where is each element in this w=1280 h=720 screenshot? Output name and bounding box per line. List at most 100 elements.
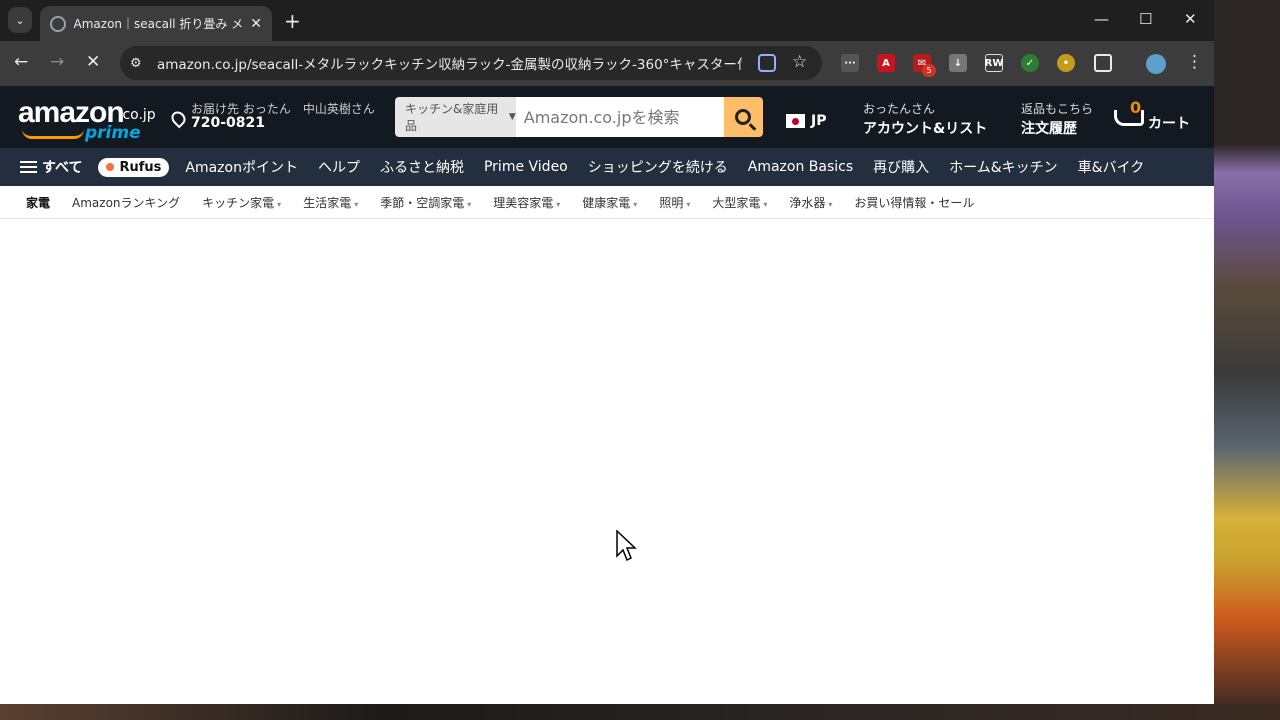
browser-menu-icon[interactable]: ⋮	[1186, 52, 1203, 72]
caret-down-icon: ▾	[633, 199, 638, 209]
account-greeting: おったんさん	[863, 102, 936, 116]
nav-item-home-kitchen[interactable]: ホーム&キッチン	[939, 157, 1068, 177]
cart-button[interactable]: 0 カート	[1112, 96, 1202, 140]
subnav-label: キッチン家電	[202, 195, 275, 210]
cart-label: カート	[1148, 116, 1190, 132]
background-desk	[0, 704, 1280, 720]
caret-down-icon: ▾	[763, 199, 768, 209]
tab-strip: ⌄ Amazon｜seacall 折り畳み メタル ✕ + — ☐ ✕	[0, 0, 1214, 41]
acrobat-extension-icon[interactable]: A	[877, 54, 895, 72]
account-label: アカウント&リスト	[863, 121, 988, 137]
shield-extension-icon[interactable]: ✓	[1021, 54, 1039, 72]
maximize-icon[interactable]: ☐	[1139, 10, 1152, 28]
stop-loading-icon[interactable]: ✕	[86, 52, 100, 72]
nav-item-furusato[interactable]: ふるさと納税	[370, 157, 474, 177]
logo-domain: .co.jp	[118, 107, 156, 123]
orders-label: 注文履歴	[1021, 121, 1077, 137]
extension-menu-icon[interactable]: ···	[841, 54, 859, 72]
caret-down-icon: ▼	[508, 112, 516, 122]
subnav-label: 大型家電	[712, 195, 761, 210]
page-content-loading	[0, 220, 1214, 704]
extensions-puzzle-icon[interactable]	[1094, 54, 1112, 72]
postal-code: 720-0821	[191, 115, 265, 131]
nav-item-help[interactable]: ヘルプ	[308, 157, 370, 177]
returns-orders[interactable]: 返品もこちら 注文履歴	[1021, 100, 1093, 138]
hamburger-icon	[20, 161, 37, 173]
address-bar[interactable]: ⚙ amazon.co.jp/seacall-メタルラックキッチン収納ラック-金…	[120, 46, 822, 80]
rufus-icon	[106, 163, 115, 171]
location-pin-icon	[168, 108, 189, 129]
logo-smile-icon	[22, 129, 84, 139]
rufus-button[interactable]: Rufus	[98, 157, 170, 177]
subnav-label: 季節・空調家電	[380, 195, 465, 210]
caret-down-icon: ▾	[354, 199, 359, 209]
site-info-icon[interactable]: ⚙	[130, 56, 148, 71]
rw-extension-icon[interactable]: RW	[985, 54, 1003, 72]
extension-yellow-icon[interactable]: •	[1057, 54, 1075, 72]
search-category-label: キッチン&家庭用品	[405, 102, 499, 133]
browser-toolbar: ← → ✕ ⚙ amazon.co.jp/seacall-メタルラックキッチン収…	[0, 41, 1214, 86]
returns-label: 返品もこちら	[1021, 102, 1094, 116]
bookmark-star-icon[interactable]: ☆	[792, 52, 807, 72]
search-input[interactable]	[515, 97, 724, 137]
nav-item-points[interactable]: Amazonポイント	[175, 157, 308, 177]
url-text: amazon.co.jp/seacall-メタルラックキッチン収納ラック-金属製…	[157, 57, 742, 73]
close-tab-icon[interactable]: ✕	[250, 16, 262, 32]
subnav-label: 健康家電	[582, 195, 631, 210]
subnav-item-deals[interactable]: お買い得情報・セール	[854, 194, 974, 211]
subnav-item-beauty[interactable]: 理美容家電 ▾	[493, 194, 560, 211]
subnav-item-home-appliances[interactable]: 生活家電 ▾	[303, 194, 358, 211]
amazon-logo[interactable]: amazon .co.jp prime	[18, 98, 156, 144]
rufus-label: Rufus	[119, 159, 162, 175]
subnav-item-kitchen-appliances[interactable]: キッチン家電 ▾	[202, 194, 281, 211]
search-category-select[interactable]: キッチン&家庭用品 ▼	[395, 97, 516, 137]
background-photo	[1214, 0, 1280, 720]
amazon-header: amazon .co.jp prime お届け先 おったん 中山英樹さん 720…	[0, 86, 1214, 148]
tab-search-button[interactable]: ⌄	[8, 7, 32, 33]
nav-item-car-bike[interactable]: 車&バイク	[1068, 157, 1155, 177]
cart-count: 0	[1130, 98, 1142, 117]
subnav-label: 生活家電	[303, 195, 352, 210]
all-menu-button[interactable]: すべて	[0, 157, 92, 177]
search-bar: キッチン&家庭用品 ▼	[395, 97, 763, 137]
subnav-item-health[interactable]: 健康家電 ▾	[582, 194, 637, 211]
logo-prime: prime	[85, 123, 141, 143]
google-lens-icon[interactable]	[758, 54, 776, 72]
account-lists[interactable]: おったんさん アカウント&リスト	[863, 100, 987, 138]
subnav-item-seasonal[interactable]: 季節・空調家電 ▾	[380, 194, 471, 211]
subnav-item-lighting[interactable]: 照明 ▾	[659, 194, 690, 211]
main-nav: すべて Rufus Amazonポイント ヘルプ ふるさと納税 Prime Vi…	[0, 148, 1214, 186]
nav-item-prime-video[interactable]: Prime Video	[474, 159, 578, 175]
subnav-item-ranking[interactable]: Amazonランキング	[72, 194, 180, 211]
search-icon	[735, 109, 752, 125]
subnav-item-large-appliances[interactable]: 大型家電 ▾	[712, 194, 767, 211]
loading-favicon-icon	[50, 15, 66, 32]
subnav-label: 照明	[659, 195, 684, 210]
subnav-item-electronics[interactable]: 家電	[26, 194, 50, 211]
subnav-label: 理美容家電	[493, 195, 554, 210]
mouse-cursor-icon	[616, 530, 637, 562]
category-subnav: 家電 Amazonランキング キッチン家電 ▾ 生活家電 ▾ 季節・空調家電 ▾ 理美…	[0, 186, 1214, 219]
caret-down-icon: ▾	[277, 199, 282, 209]
download-extension-icon[interactable]: ↓	[949, 54, 967, 72]
browser-window: ⌄ Amazon｜seacall 折り畳み メタル ✕ + — ☐ ✕ ← → …	[0, 0, 1214, 704]
subnav-item-water-purifier[interactable]: 浄水器 ▾	[789, 194, 832, 211]
minimize-icon[interactable]: —	[1094, 10, 1109, 28]
caret-down-icon: ▾	[556, 199, 561, 209]
tab-amazon[interactable]: Amazon｜seacall 折り畳み メタル ✕	[40, 6, 272, 41]
extension-badge: 5	[922, 64, 936, 77]
nav-item-buy-again[interactable]: 再び購入	[863, 157, 939, 177]
language-selector[interactable]: JP	[786, 113, 826, 129]
forward-icon[interactable]: →	[50, 52, 64, 72]
back-icon[interactable]: ←	[14, 52, 28, 72]
profile-avatar[interactable]	[1146, 54, 1166, 74]
caret-down-icon: ▾	[828, 199, 833, 209]
nav-item-continue-shopping[interactable]: ショッピングを続ける	[578, 157, 738, 177]
search-button[interactable]	[723, 97, 763, 137]
caret-down-icon: ▾	[686, 199, 691, 209]
close-window-icon[interactable]: ✕	[1184, 10, 1197, 28]
nav-item-amazon-basics[interactable]: Amazon Basics	[738, 159, 863, 175]
language-code: JP	[811, 113, 827, 129]
new-tab-icon[interactable]: +	[284, 9, 301, 33]
all-menu-label: すべて	[42, 160, 83, 176]
